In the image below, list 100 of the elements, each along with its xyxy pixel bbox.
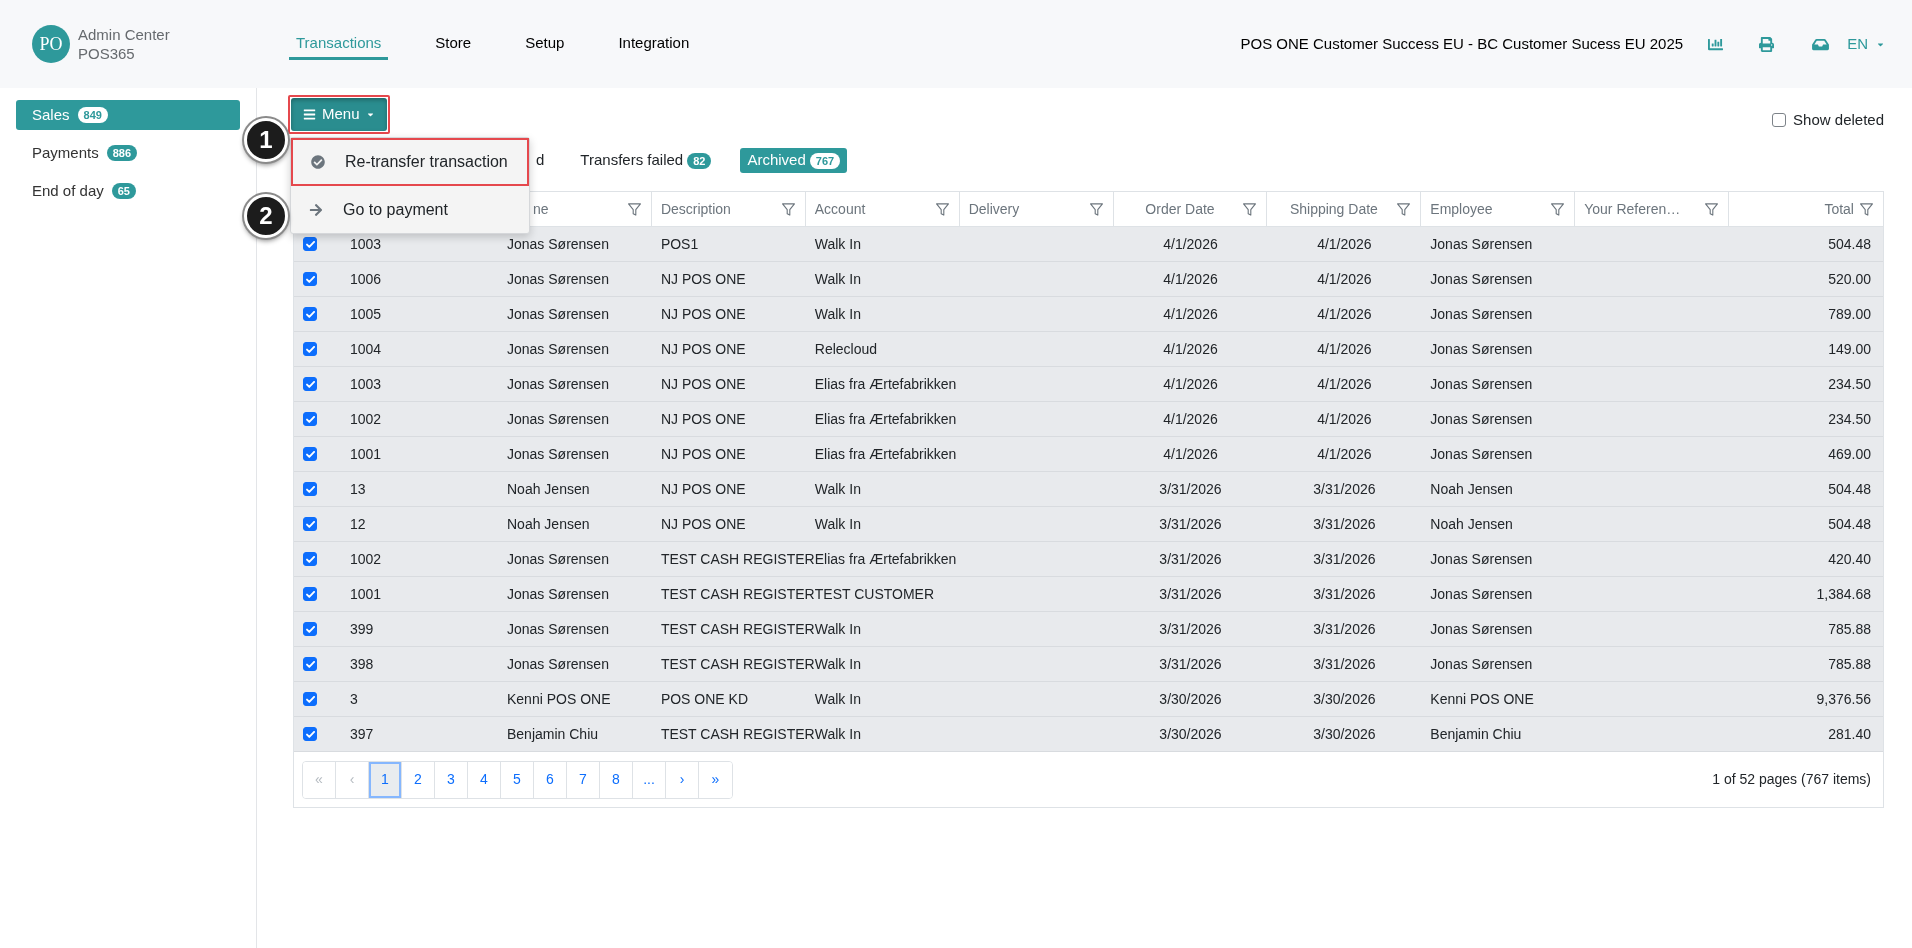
checkmark-icon — [305, 730, 315, 738]
printer-icon[interactable] — [1759, 36, 1775, 52]
checkbox[interactable] — [1772, 113, 1787, 128]
filter-icon[interactable] — [1089, 202, 1103, 216]
column-header[interactable]: Total — [1738, 198, 1873, 220]
checkbox[interactable] — [303, 237, 317, 251]
table-cell: 3/30/2026 — [1159, 690, 1222, 707]
menu-item[interactable]: Re-transfer transaction — [293, 140, 527, 184]
table-cell: Jonas Sørensen — [1430, 445, 1533, 462]
table-cell: 1,384.68 — [1816, 585, 1871, 602]
table-cell: Walk In — [814, 305, 861, 322]
table-cell: NJ POS ONE — [660, 375, 746, 392]
nav-tab[interactable]: Store — [428, 27, 479, 61]
table-cell: 3/31/2026 — [1159, 550, 1222, 567]
column-header[interactable]: Shipping Date — [1276, 198, 1411, 220]
filter-icon[interactable] — [627, 202, 641, 216]
sidebar-item[interactable]: Sales 849 — [16, 100, 240, 130]
table-cell: Jonas Sørensen — [507, 340, 609, 357]
table-cell: NJ POS ONE — [660, 480, 746, 497]
checkmark-icon — [305, 485, 315, 493]
checkmark-icon — [305, 660, 315, 668]
menu-item[interactable]: Go to payment — [291, 186, 529, 233]
table-cell: 1002 — [350, 410, 382, 427]
checkmark-icon — [305, 520, 315, 528]
filter-icon[interactable] — [1397, 202, 1411, 216]
table-cell: Walk In — [814, 480, 861, 497]
table-cell: Jonas Sørensen — [1430, 550, 1533, 567]
column-header[interactable]: Your Referen… — [1584, 198, 1719, 220]
checkbox[interactable] — [303, 272, 317, 286]
page-button[interactable]: 1 — [369, 761, 402, 798]
table-cell: Jonas Sørensen — [1430, 375, 1533, 392]
table-cell: 3/30/2026 — [1159, 725, 1222, 742]
table-cell: 469.00 — [1828, 445, 1871, 462]
table-cell: Benjamin Chiu — [507, 725, 599, 742]
checkbox[interactable] — [303, 622, 317, 636]
table-cell: 4/1/2026 — [1163, 235, 1218, 252]
table-cell: 4/1/2026 — [1317, 235, 1372, 252]
checkbox[interactable] — [303, 307, 317, 321]
table-cell: 785.88 — [1828, 620, 1871, 637]
filter-tab[interactable]: Transfers failed 82 — [573, 148, 719, 173]
nav-tab[interactable]: Transactions — [289, 27, 389, 61]
checkmark-icon — [305, 625, 315, 633]
checkbox[interactable] — [303, 517, 317, 531]
table-cell: 12 — [350, 515, 366, 532]
filter-tab[interactable]: d — [529, 148, 552, 173]
table-cell: 420.40 — [1828, 550, 1871, 567]
filter-icon[interactable] — [1243, 202, 1257, 216]
table-cell: NJ POS ONE — [660, 410, 746, 427]
sidebar-item[interactable]: End of day 65 — [16, 176, 240, 206]
filter-icon[interactable] — [1860, 202, 1873, 216]
checkbox[interactable] — [303, 552, 317, 566]
language-selector[interactable]: EN — [1847, 32, 1885, 56]
nav-tab[interactable]: Setup — [518, 27, 572, 61]
filter-icon[interactable] — [781, 202, 795, 216]
table-cell: 1001 — [350, 585, 382, 602]
table-cell: Walk In — [814, 235, 861, 252]
checkmark-icon — [305, 380, 315, 388]
column-header[interactable]: Account — [814, 198, 949, 220]
table-cell: 4/1/2026 — [1163, 270, 1218, 287]
column-header[interactable]: Employee — [1430, 198, 1565, 220]
table-cell: 4/1/2026 — [1163, 340, 1218, 357]
table-cell: Elias fra Ærtefabrikken — [814, 445, 957, 462]
column-header[interactable]: Order Date — [1122, 198, 1257, 220]
tray-icon[interactable] — [1812, 36, 1830, 52]
menu-button[interactable]: Menu — [291, 98, 387, 131]
checkmark-icon — [305, 450, 315, 458]
table-cell: 3/31/2026 — [1313, 620, 1376, 637]
checkbox[interactable] — [303, 377, 317, 391]
filter-icon[interactable] — [1705, 202, 1719, 216]
sidebar-item[interactable]: Payments 886 — [16, 138, 240, 168]
table-cell: Jonas Sørensen — [1430, 270, 1533, 287]
tenant-name: POS365 — [78, 44, 136, 63]
bar-chart-icon[interactable] — [1708, 36, 1724, 52]
checkmark-icon — [305, 695, 315, 703]
table-cell: Walk In — [814, 725, 861, 742]
table-cell: 4/1/2026 — [1163, 375, 1218, 392]
table-cell: POS ONE KD — [660, 690, 748, 707]
column-header[interactable]: Description — [660, 198, 795, 220]
filter-tab[interactable]: Archived 767 — [740, 148, 848, 173]
table-cell: Kenni POS ONE — [1430, 690, 1534, 707]
nav-tab[interactable]: Integration — [611, 27, 697, 61]
table-cell: TEST CASH REGISTER — [660, 620, 815, 637]
filter-icon[interactable] — [1551, 202, 1565, 216]
checkbox[interactable] — [303, 412, 317, 426]
column-header[interactable]: Delivery — [968, 198, 1103, 220]
checkbox[interactable] — [303, 447, 317, 461]
table-cell: Walk In — [814, 655, 861, 672]
table-cell: 13 — [350, 480, 366, 497]
checkbox[interactable] — [303, 727, 317, 741]
checkbox[interactable] — [303, 692, 317, 706]
checkbox[interactable] — [303, 482, 317, 496]
column-header[interactable]: ne — [533, 198, 641, 220]
filter-icon[interactable] — [935, 202, 949, 216]
checkbox[interactable] — [303, 657, 317, 671]
checkbox[interactable] — [303, 587, 317, 601]
table-cell: 785.88 — [1828, 655, 1871, 672]
table-cell: Benjamin Chiu — [1430, 725, 1522, 742]
table-cell: 1003 — [350, 235, 382, 252]
table-cell: TEST CASH REGISTER — [660, 725, 815, 742]
checkbox[interactable] — [303, 342, 317, 356]
